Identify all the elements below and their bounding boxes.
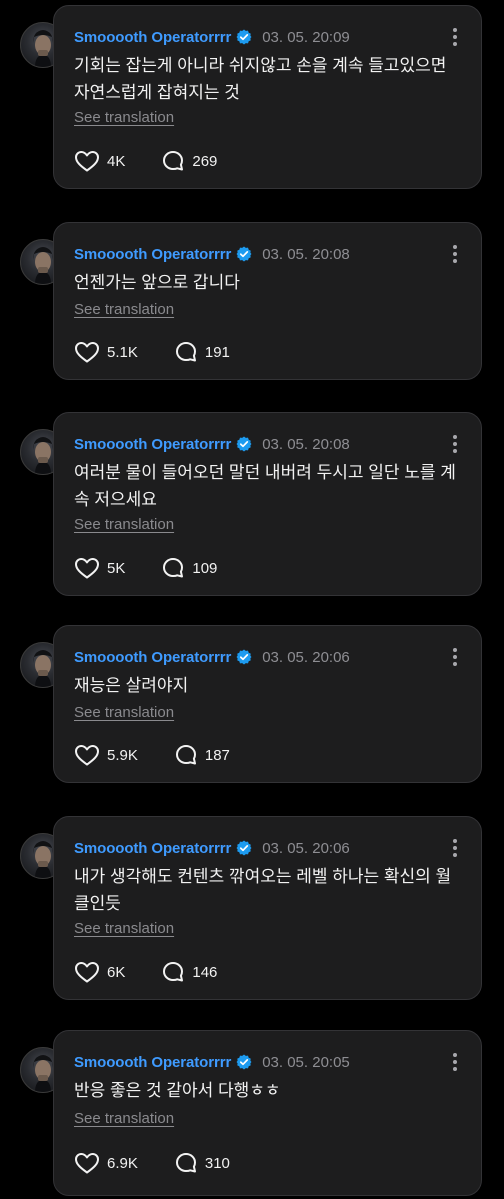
see-translation-link[interactable]: See translation	[74, 1110, 174, 1127]
see-translation-link[interactable]: See translation	[74, 704, 174, 721]
like-count: 6K	[107, 963, 126, 981]
post-card[interactable]: Smooooth Operatorrrr 03. 05. 20:08 언젠가는 …	[53, 222, 482, 380]
comment-count: 310	[204, 1154, 230, 1172]
heart-icon	[75, 151, 99, 172]
username-link[interactable]: Smooooth Operatorrrr	[74, 649, 231, 666]
comment-button[interactable]: 269	[161, 149, 217, 173]
post-text: 언젠가는 앞으로 갑니다	[74, 273, 240, 292]
comment-count: 191	[204, 343, 230, 361]
post-actions: 6K 146	[74, 960, 217, 984]
post-actions: 4K 269	[74, 149, 217, 173]
verified-badge-icon	[236, 649, 252, 665]
comment-button[interactable]: 191	[174, 340, 230, 364]
username-link[interactable]: Smooooth Operatorrrr	[74, 1054, 231, 1071]
comment-count: 187	[204, 746, 230, 764]
post-timestamp: 03. 05. 20:09	[262, 28, 350, 46]
username-link[interactable]: Smooooth Operatorrrr	[74, 840, 231, 857]
heart-icon	[75, 745, 99, 766]
like-count: 5.9K	[107, 746, 138, 764]
more-options-icon[interactable]	[445, 433, 465, 455]
post: Smooooth Operatorrrr 03. 05. 20:09 기회는 잡…	[0, 0, 504, 200]
verified-badge-icon	[236, 246, 252, 262]
post-text: 반응 좋은 것 같아서 다행ㅎㅎ	[74, 1081, 281, 1100]
like-button[interactable]: 5K	[74, 556, 125, 580]
like-count: 6.9K	[107, 1154, 138, 1172]
see-translation-link[interactable]: See translation	[74, 301, 174, 318]
post-timestamp: 03. 05. 20:08	[262, 245, 350, 263]
post-header: Smooooth Operatorrrr 03. 05. 20:06	[74, 647, 350, 667]
username-link[interactable]: Smooooth Operatorrrr	[74, 246, 231, 263]
comment-count: 109	[192, 559, 218, 577]
post-timestamp: 03. 05. 20:06	[262, 648, 350, 666]
post-text: 내가 생각해도 컨텐츠 깎여오는 레벨 하나는 확신의 월클인듯	[74, 867, 452, 913]
more-options-icon[interactable]	[445, 1051, 465, 1073]
comment-bubble-icon	[175, 1153, 196, 1173]
post: Smooooth Operatorrrr 03. 05. 20:08 여러분 물…	[0, 407, 504, 607]
more-options-icon[interactable]	[445, 26, 465, 48]
comment-button[interactable]: 187	[174, 743, 230, 767]
post-actions: 5.9K 187	[74, 743, 230, 767]
comment-count: 269	[192, 152, 218, 170]
comment-bubble-icon	[163, 962, 184, 982]
verified-badge-icon	[236, 840, 252, 856]
verified-badge-icon	[236, 1054, 252, 1070]
see-translation-link[interactable]: See translation	[74, 516, 174, 533]
comment-button[interactable]: 109	[161, 556, 217, 580]
comment-bubble-icon	[163, 558, 184, 578]
like-button[interactable]: 6.9K	[74, 1151, 138, 1175]
more-options-icon[interactable]	[445, 837, 465, 859]
comment-count: 146	[192, 963, 218, 981]
heart-icon	[75, 962, 99, 983]
like-button[interactable]: 4K	[74, 149, 125, 173]
post-header: Smooooth Operatorrrr 03. 05. 20:06	[74, 838, 350, 858]
comment-button[interactable]: 310	[174, 1151, 230, 1175]
post-timestamp: 03. 05. 20:05	[262, 1053, 350, 1071]
username-link[interactable]: Smooooth Operatorrrr	[74, 436, 231, 453]
see-translation-link[interactable]: See translation	[74, 109, 174, 126]
post-card[interactable]: Smooooth Operatorrrr 03. 05. 20:08 여러분 물…	[53, 412, 482, 596]
heart-icon	[75, 558, 99, 579]
verified-badge-icon	[236, 436, 252, 452]
comment-bubble-icon	[175, 745, 196, 765]
post: Smooooth Operatorrrr 03. 05. 20:06 재능은 살…	[0, 620, 504, 790]
post-card[interactable]: Smooooth Operatorrrr 03. 05. 20:06 내가 생각…	[53, 816, 482, 1000]
like-count: 4K	[107, 152, 126, 170]
post-header: Smooooth Operatorrrr 03. 05. 20:05	[74, 1052, 350, 1072]
post-actions: 5K 109	[74, 556, 217, 580]
post-text: 기회는 잡는게 아니라 쉬지않고 손을 계속 들고있으면 자연스럽게 잡혀지는 …	[74, 56, 447, 102]
post-timestamp: 03. 05. 20:08	[262, 435, 350, 453]
post-header: Smooooth Operatorrrr 03. 05. 20:09	[74, 27, 350, 47]
like-button[interactable]: 6K	[74, 960, 125, 984]
like-button[interactable]: 5.1K	[74, 340, 138, 364]
post-text: 재능은 살려야지	[74, 676, 189, 695]
like-count: 5K	[107, 559, 126, 577]
comment-bubble-icon	[175, 342, 196, 362]
post-card[interactable]: Smooooth Operatorrrr 03. 05. 20:09 기회는 잡…	[53, 5, 482, 189]
like-count: 5.1K	[107, 343, 138, 361]
more-options-icon[interactable]	[445, 243, 465, 265]
post-actions: 5.1K 191	[74, 340, 230, 364]
post-header: Smooooth Operatorrrr 03. 05. 20:08	[74, 244, 350, 264]
post-header: Smooooth Operatorrrr 03. 05. 20:08	[74, 434, 350, 454]
post-card[interactable]: Smooooth Operatorrrr 03. 05. 20:05 반응 좋은…	[53, 1030, 482, 1196]
post: Smooooth Operatorrrr 03. 05. 20:08 언젠가는 …	[0, 217, 504, 387]
username-link[interactable]: Smooooth Operatorrrr	[74, 29, 231, 46]
post-card[interactable]: Smooooth Operatorrrr 03. 05. 20:06 재능은 살…	[53, 625, 482, 783]
comment-bubble-icon	[163, 151, 184, 171]
post-text: 여러분 물이 들어오던 말던 내버려 두시고 일단 노를 계속 저으세요	[74, 463, 456, 509]
heart-icon	[75, 1153, 99, 1174]
see-translation-link[interactable]: See translation	[74, 920, 174, 937]
post-timestamp: 03. 05. 20:06	[262, 839, 350, 857]
more-options-icon[interactable]	[445, 646, 465, 668]
post: Smooooth Operatorrrr 03. 05. 20:05 반응 좋은…	[0, 1025, 504, 1199]
comment-button[interactable]: 146	[161, 960, 217, 984]
like-button[interactable]: 5.9K	[74, 743, 138, 767]
heart-icon	[75, 342, 99, 363]
post-actions: 6.9K 310	[74, 1151, 230, 1175]
post: Smooooth Operatorrrr 03. 05. 20:06 내가 생각…	[0, 811, 504, 1011]
verified-badge-icon	[236, 29, 252, 45]
